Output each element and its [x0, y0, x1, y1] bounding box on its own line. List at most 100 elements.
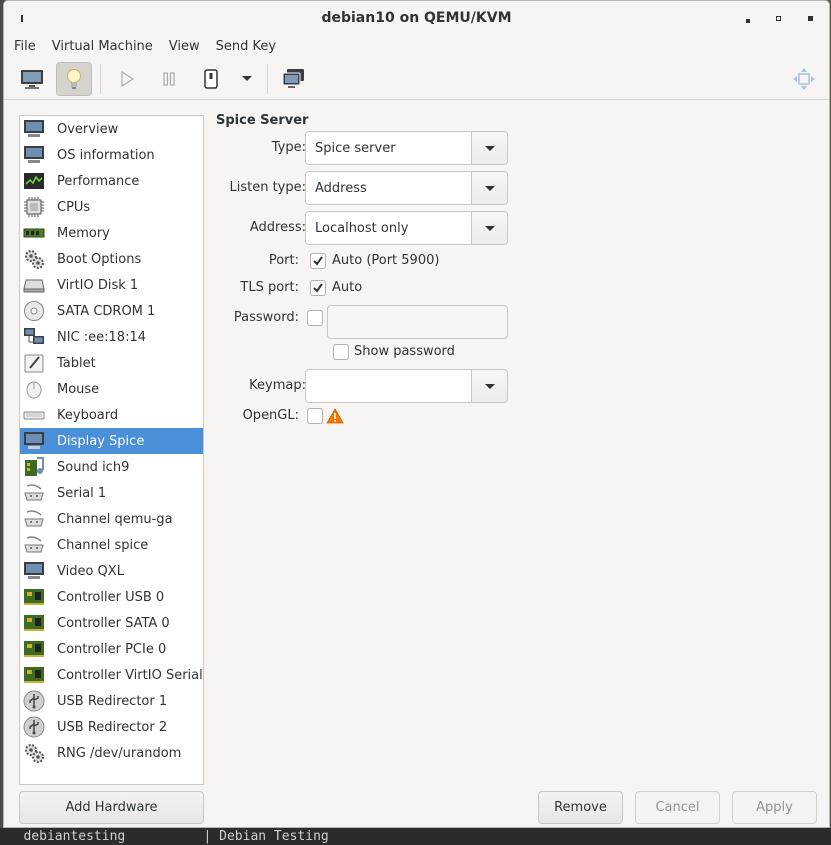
window-title: debian10 on QEMU/KVM	[321, 9, 512, 26]
keymap-combo[interactable]	[305, 369, 508, 403]
sidebar-item-boot-options[interactable]: Boot Options	[20, 246, 203, 272]
fullscreen-button[interactable]	[791, 66, 817, 92]
address-label: Address:	[249, 220, 306, 235]
show-console-button[interactable]	[14, 62, 50, 96]
sidebar-item-sound-ich9[interactable]: Sound ich9	[20, 454, 203, 480]
address-dropdown-button[interactable]	[471, 212, 507, 244]
show-details-button[interactable]	[56, 61, 92, 96]
sidebar-item-os-information[interactable]: OS information	[20, 142, 203, 168]
sidebar-item-controller-usb-0[interactable]: Controller USB 0	[20, 584, 203, 610]
menu-view[interactable]: View	[169, 39, 200, 54]
sidebar-item-label: USB Redirector 2	[57, 719, 168, 735]
sidebar-item-usb-redirector-1[interactable]: USB Redirector 1	[20, 688, 203, 714]
show-password-checkbox[interactable]	[333, 344, 349, 360]
close-button[interactable]	[801, 9, 819, 27]
toolbar-separator	[267, 63, 268, 94]
gears-icon	[23, 248, 45, 270]
sidebar-item-performance[interactable]: Performance	[20, 168, 203, 194]
address-combo[interactable]: Localhost only	[305, 211, 508, 245]
menu-send-key[interactable]: Send Key	[216, 39, 276, 54]
type-value: Spice server	[315, 140, 396, 156]
maximize-button[interactable]	[769, 9, 787, 27]
listen-type-combo[interactable]: Address	[305, 171, 508, 205]
address-row: Address: Localhost only	[216, 211, 516, 245]
pause-button[interactable]	[151, 62, 187, 96]
sidebar-item-label: Controller SATA 0	[57, 615, 170, 631]
controller-card-icon	[23, 612, 45, 634]
password-field[interactable]	[327, 305, 508, 339]
sidebar-item-channel-spice[interactable]: Channel spice	[20, 532, 203, 558]
port-auto-checkbox[interactable]	[310, 253, 326, 269]
sidebar-item-label: Keyboard	[57, 407, 119, 423]
sidebar-item-virtio-disk-1[interactable]: VirtIO Disk 1	[20, 272, 203, 298]
apply-button[interactable]: Apply	[732, 791, 817, 824]
sidebar-item-serial-1[interactable]: Serial 1	[20, 480, 203, 506]
shutdown-button[interactable]	[193, 62, 229, 96]
sidebar-item-display-spice[interactable]: Display Spice	[20, 428, 203, 454]
section-title: Spice Server	[216, 113, 309, 128]
opengl-label: OpenGL:	[242, 408, 299, 423]
title-bar[interactable]: debian10 on QEMU/KVM	[4, 1, 829, 34]
password-label: Password:	[233, 310, 299, 325]
sidebar-item-controller-sata-0[interactable]: Controller SATA 0	[20, 610, 203, 636]
sidebar-item-usb-redirector-2[interactable]: USB Redirector 2	[20, 714, 203, 740]
sidebar-item-channel-qemu-ga[interactable]: Channel qemu-ga	[20, 506, 203, 532]
sidebar-item-label: Sound ich9	[57, 459, 130, 475]
serial-port-icon	[23, 482, 45, 504]
sidebar-item-controller-pcie-0[interactable]: Controller PCIe 0	[20, 636, 203, 662]
sidebar-item-cpus[interactable]: CPUs	[20, 194, 203, 220]
type-dropdown-button[interactable]	[471, 132, 507, 164]
type-combo[interactable]: Spice server	[305, 131, 508, 165]
sidebar-item-rng[interactable]: RNG /dev/urandom	[20, 740, 203, 766]
keymap-dropdown-button[interactable]	[471, 370, 507, 402]
warning-icon	[326, 408, 344, 424]
menu-virtual-machine[interactable]: Virtual Machine	[52, 39, 153, 54]
window-menu-icon[interactable]	[13, 9, 31, 27]
sidebar-item-label: Controller VirtIO Serial 0	[57, 667, 204, 683]
port-auto-text: Auto (Port 5900)	[332, 253, 440, 268]
listen-type-label: Listen type:	[229, 180, 306, 195]
sidebar-item-label: USB Redirector 1	[57, 693, 168, 709]
sidebar-item-keyboard[interactable]: Keyboard	[20, 402, 203, 428]
tls-port-auto-checkbox[interactable]	[310, 280, 326, 296]
sidebar-item-label: Memory	[57, 225, 110, 241]
tls-port-label: TLS port:	[240, 280, 299, 295]
keymap-row: Keymap:	[216, 369, 516, 403]
monitor-icon	[23, 144, 45, 166]
usb-icon	[23, 716, 45, 738]
sidebar-item-controller-virtio-serial-0[interactable]: Controller VirtIO Serial 0	[20, 662, 203, 688]
sidebar-item-overview[interactable]: Overview	[20, 116, 203, 142]
sidebar-item-label: Channel spice	[57, 537, 149, 553]
sidebar-item-video-qxl[interactable]: Video QXL	[20, 558, 203, 584]
serial-port-icon	[23, 534, 45, 556]
sidebar-item-memory[interactable]: Memory	[20, 220, 203, 246]
remove-button[interactable]: Remove	[538, 791, 623, 824]
sidebar-item-label: Overview	[57, 121, 119, 137]
sidebar-item-mouse[interactable]: Mouse	[20, 376, 203, 402]
listen-type-dropdown-button[interactable]	[471, 172, 507, 204]
opengl-checkbox[interactable]	[307, 408, 323, 424]
sidebar-item-label: Performance	[57, 173, 140, 189]
cancel-button[interactable]: Cancel	[635, 791, 720, 824]
sidebar-item-label: Video QXL	[57, 563, 124, 579]
add-hardware-button[interactable]: Add Hardware	[19, 791, 204, 824]
menu-file[interactable]: File	[14, 39, 36, 54]
sidebar-item-nic[interactable]: NIC :ee:18:14	[20, 324, 203, 350]
snapshots-button[interactable]	[276, 62, 312, 96]
background-terminal-text: debiantesting | Debian Testing	[0, 828, 831, 845]
keymap-label: Keymap:	[249, 378, 306, 393]
sidebar-item-tablet[interactable]: Tablet	[20, 350, 203, 376]
run-button[interactable]	[109, 62, 145, 96]
checkmark-icon	[313, 283, 323, 293]
controller-card-icon	[23, 586, 45, 608]
power-icon	[204, 68, 218, 89]
password-checkbox[interactable]	[307, 310, 323, 326]
chevron-down-icon	[484, 383, 495, 389]
shutdown-menu-button[interactable]	[235, 62, 259, 96]
menu-bar: File Virtual Machine View Send Key	[4, 34, 829, 58]
minimize-button[interactable]	[739, 9, 757, 27]
type-row: Type: Spice server	[216, 131, 516, 165]
sidebar-item-sata-cdrom-1[interactable]: SATA CDROM 1	[20, 298, 203, 324]
monitor-icon	[23, 430, 45, 452]
pause-icon	[163, 71, 175, 86]
